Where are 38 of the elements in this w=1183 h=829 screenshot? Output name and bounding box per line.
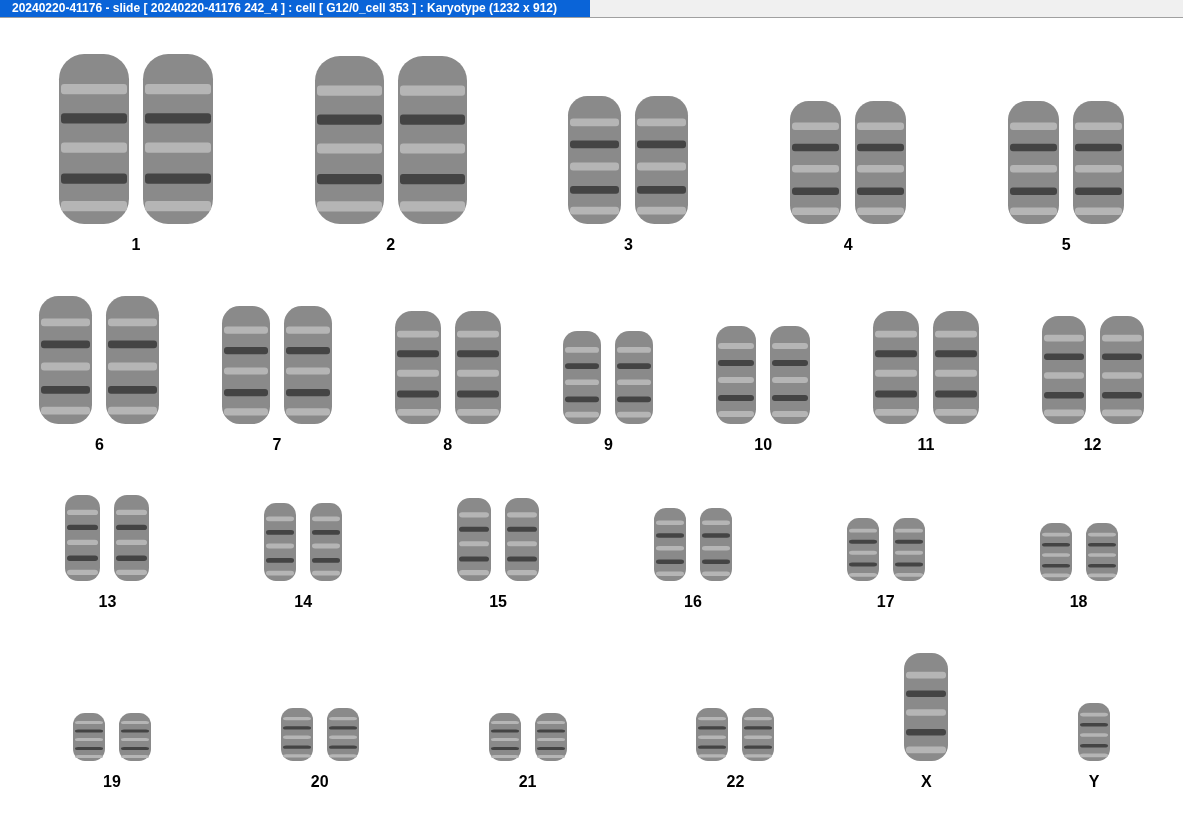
chromosome-label: 20 [310,772,329,793]
chromosome-drawing [891,517,926,583]
chromosome-drawing [71,712,106,763]
chromosome-drawing [1077,702,1112,763]
chromosome-label: 14 [294,592,313,613]
chromosome-label: 19 [103,772,121,793]
chromosome-label: 18 [1069,592,1088,613]
chromosome-drawing [487,712,522,763]
chromosome-label: 10 [754,434,773,455]
chromosome-drawing [279,707,314,763]
chromosome-drawing [1038,522,1073,583]
chromosome-drawing [741,707,776,763]
chromosome-label: 15 [489,592,507,613]
chromosome-label: 1 [131,234,141,255]
chromosome-label: 6 [94,434,104,455]
chromosome-label: 8 [443,434,453,455]
chromosome-label: 2 [386,234,396,255]
chromosome-drawing [1084,522,1119,583]
chromosome-label: 4 [843,234,853,255]
chromosome-label: 9 [604,434,613,455]
chromosome-label: 17 [876,592,895,613]
chromosome-label: 21 [518,772,537,793]
chromosome-drawing [325,707,360,763]
chromosome-label: 13 [98,592,117,613]
chromosome-label: 5 [1061,234,1071,255]
chromosome-label: X [920,772,932,793]
chromosome-label: 3 [624,234,633,255]
chromosome-label: 7 [272,434,282,455]
chromosome-label: 12 [1083,434,1102,455]
chromosome-drawing [117,712,152,763]
window-title: 20240220-41176 - slide [ 20240220-41176 242_4 ] : cell [ G12/0_cell 353 ] : Karyotype (1232 x 912) [0,0,590,17]
chromosome-drawing [845,517,880,583]
chromosome-drawing [695,707,730,763]
chromosome-label: 16 [684,592,702,613]
chromosome-label: 11 [917,434,935,455]
chromosome-label: Y [1088,772,1100,793]
chromosome-drawing [533,712,568,763]
chromosome-label: 22 [726,772,745,793]
